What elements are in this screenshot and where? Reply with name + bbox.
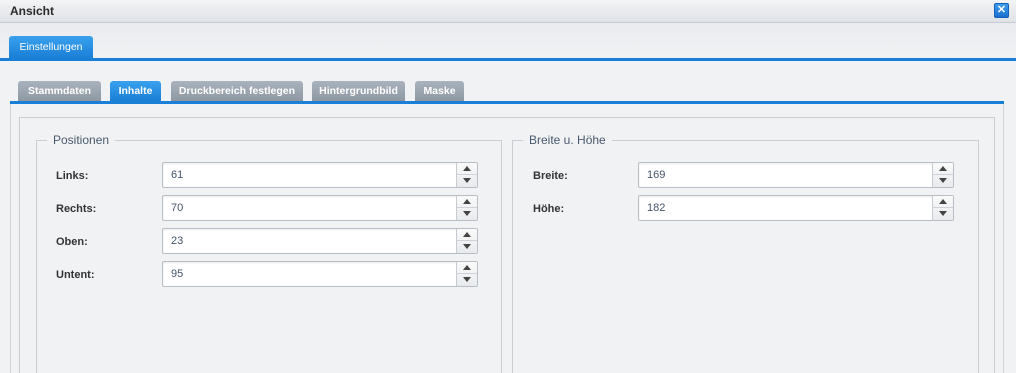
rechts-stepper[interactable]: 70: [162, 195, 478, 221]
oben-stepper[interactable]: 23: [162, 228, 478, 254]
breite-arrows: [932, 163, 953, 187]
links-label: Links:: [56, 170, 89, 182]
rechts-increment-icon[interactable]: [457, 196, 477, 208]
breite-label: Breite:: [533, 170, 568, 182]
oben-decrement-icon[interactable]: [457, 241, 477, 253]
breite-increment-icon[interactable]: [933, 163, 953, 175]
close-icon[interactable]: ✕: [994, 3, 1009, 18]
rechts-decrement-icon[interactable]: [457, 208, 477, 220]
oben-increment-icon[interactable]: [457, 229, 477, 241]
breite-value[interactable]: 169: [647, 169, 665, 181]
hoehe-arrows: [932, 196, 953, 220]
tab-inhalte[interactable]: Inhalte: [110, 81, 161, 101]
untent-increment-icon[interactable]: [457, 262, 477, 274]
breite-hoehe-legend: Breite u. Höhe: [529, 133, 606, 147]
links-value[interactable]: 61: [171, 169, 183, 181]
rechts-arrows: [456, 196, 477, 220]
outer-tab-strip: [0, 23, 1016, 59]
tab-maske[interactable]: Maske: [415, 81, 464, 101]
links-stepper[interactable]: 61: [162, 162, 478, 188]
outer-tab-underline: [0, 58, 1016, 61]
untent-arrows: [456, 262, 477, 286]
tab-stammdaten[interactable]: Stammdaten: [18, 81, 101, 101]
window-title: Ansicht: [10, 4, 55, 18]
untent-value[interactable]: 95: [171, 268, 183, 280]
hoehe-decrement-icon[interactable]: [933, 208, 953, 220]
rechts-value[interactable]: 70: [171, 202, 183, 214]
hoehe-value[interactable]: 182: [647, 202, 665, 214]
tab-hintergrundbild[interactable]: Hintergrundbild: [312, 81, 405, 101]
breite-decrement-icon[interactable]: [933, 175, 953, 187]
oben-label: Oben:: [56, 236, 88, 248]
oben-arrows: [456, 229, 477, 253]
untent-label: Untent:: [56, 269, 95, 281]
links-increment-icon[interactable]: [457, 163, 477, 175]
untent-stepper[interactable]: 95: [162, 261, 478, 287]
tab-einstellungen[interactable]: Einstellungen: [9, 36, 93, 58]
hoehe-label: Höhe:: [533, 203, 565, 215]
hoehe-increment-icon[interactable]: [933, 196, 953, 208]
tab-druckbereich-festlegen[interactable]: Druckbereich festlegen: [171, 81, 303, 101]
links-arrows: [456, 163, 477, 187]
rechts-label: Rechts:: [56, 203, 97, 215]
links-decrement-icon[interactable]: [457, 175, 477, 187]
hoehe-stepper[interactable]: 182: [638, 195, 954, 221]
breite-stepper[interactable]: 169: [638, 162, 954, 188]
untent-decrement-icon[interactable]: [457, 274, 477, 286]
window-titlebar: Ansicht ✕: [0, 0, 1016, 23]
positionen-legend: Positionen: [53, 133, 110, 147]
oben-value[interactable]: 23: [171, 235, 183, 247]
